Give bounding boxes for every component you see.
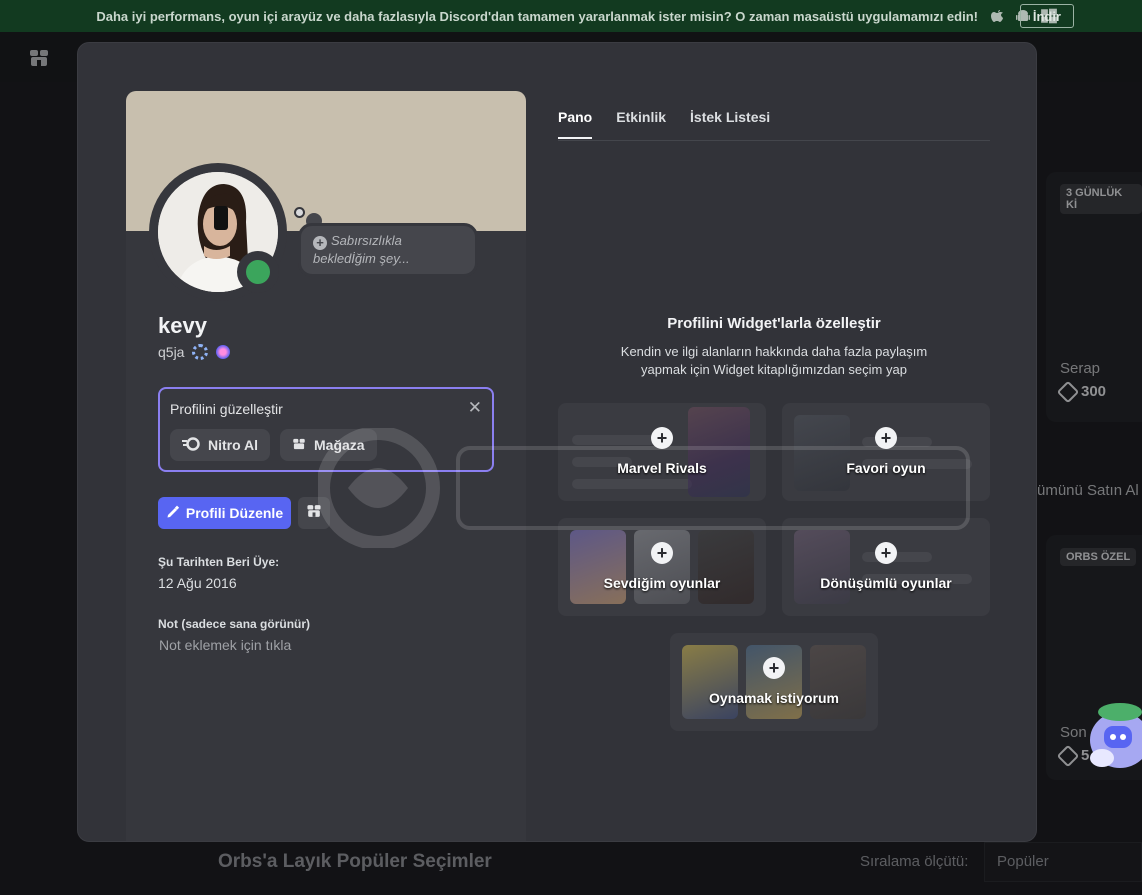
note-label: Not (sadece sana görünür) — [158, 617, 311, 631]
game-art — [794, 415, 850, 491]
add-icon: + — [313, 235, 327, 250]
shop-icon-button[interactable] — [298, 497, 330, 529]
game-art — [682, 645, 738, 719]
nitro-button[interactable]: Nitro Al — [170, 429, 271, 461]
widget-label: Favori oyun — [846, 460, 926, 476]
shop-button[interactable]: Mağaza — [280, 429, 377, 461]
add-icon: + — [875, 427, 897, 449]
profile-modal: + Sabırsızlıkla bekledİğim şey... kevy q5… — [77, 42, 1037, 842]
game-art — [570, 530, 626, 604]
widget-card-rotating-games[interactable]: + Dönüşümlü oyunlar — [782, 518, 990, 616]
profile-tabs: Pano Etkinlik İstek Listesi — [558, 109, 770, 139]
tabs-divider — [558, 140, 990, 141]
widget-label: Sevdiğim oyunlar — [603, 575, 721, 591]
banner-text: Daha iyi performans, oyun içi arayüz ve … — [96, 8, 978, 24]
widget-card-marvel-rivals[interactable]: + Marvel Rivals — [558, 403, 766, 501]
game-art — [794, 530, 850, 604]
add-icon: + — [651, 542, 673, 564]
widget-card-favorite-game[interactable]: + Favori oyun — [782, 403, 990, 501]
pencil-icon — [166, 505, 180, 522]
widget-card-want-to-play[interactable]: + Oynamak istiyorum — [670, 633, 878, 731]
nitro-label: Nitro Al — [208, 437, 259, 453]
add-icon: + — [875, 542, 897, 564]
add-icon: + — [763, 657, 785, 679]
edit-profile-button[interactable]: Profili Düzenle — [158, 497, 291, 529]
customize-title: Profilini güzelleştir — [170, 401, 283, 417]
widget-card-favorite-games[interactable]: + Sevdiğim oyunlar — [558, 518, 766, 616]
member-since-label: Şu Tarihten Beri Üye: — [158, 555, 280, 569]
widget-label: Marvel Rivals — [617, 460, 707, 476]
member-since-date: 12 Ağu 2016 — [158, 575, 237, 591]
close-icon[interactable]: ✕ — [468, 398, 482, 418]
widgets-title: Profilini Widget'larla özelleştir — [667, 315, 881, 332]
note-input[interactable]: Not eklemek için tıkla — [159, 637, 291, 653]
status-bubble-text: Sabırsızlıkla bekledİğim şey... — [313, 233, 410, 266]
widgets-subtitle: Kendin ve ilgi alanların hakkında daha f… — [620, 344, 928, 377]
shop-icon — [292, 437, 306, 454]
widget-label: Dönüşümlü oyunlar — [820, 575, 952, 591]
add-icon: + — [651, 427, 673, 449]
download-banner: Daha iyi performans, oyun içi arayüz ve … — [0, 0, 1142, 32]
game-art — [688, 407, 750, 497]
username: q5ja — [158, 344, 185, 360]
game-art — [810, 645, 866, 719]
hypesquad-badge-icon[interactable] — [192, 344, 209, 360]
nitro-icon — [182, 436, 200, 454]
game-art — [698, 530, 754, 604]
download-button[interactable]: İndir — [1019, 4, 1074, 28]
edit-profile-label: Profili Düzenle — [185, 505, 284, 521]
tab-etkinlik[interactable]: Etkinlik — [616, 109, 666, 139]
username-row: q5ja — [158, 344, 231, 360]
bubble-dot-inner — [296, 209, 303, 216]
shop-icon — [306, 503, 322, 524]
mascot-image — [1084, 700, 1142, 772]
shop-label: Mağaza — [314, 437, 365, 453]
widget-label: Oynamak istiyorum — [709, 690, 839, 706]
online-status-indicator — [246, 260, 270, 284]
apple-icon[interactable] — [988, 7, 1006, 25]
status-bubble[interactable]: + Sabırsızlıkla bekledİğim şey... — [298, 223, 478, 277]
display-name: kevy — [158, 313, 207, 338]
tab-istek-listesi[interactable]: İstek Listesi — [690, 109, 770, 139]
quest-badge-icon[interactable] — [216, 345, 231, 359]
profile-card: + Sabırsızlıkla bekledİğim şey... kevy q5… — [126, 91, 526, 841]
tab-pano[interactable]: Pano — [558, 109, 593, 139]
customize-profile-panel: Profilini güzelleştir ✕ Nitro Al Mağaza — [158, 387, 494, 472]
